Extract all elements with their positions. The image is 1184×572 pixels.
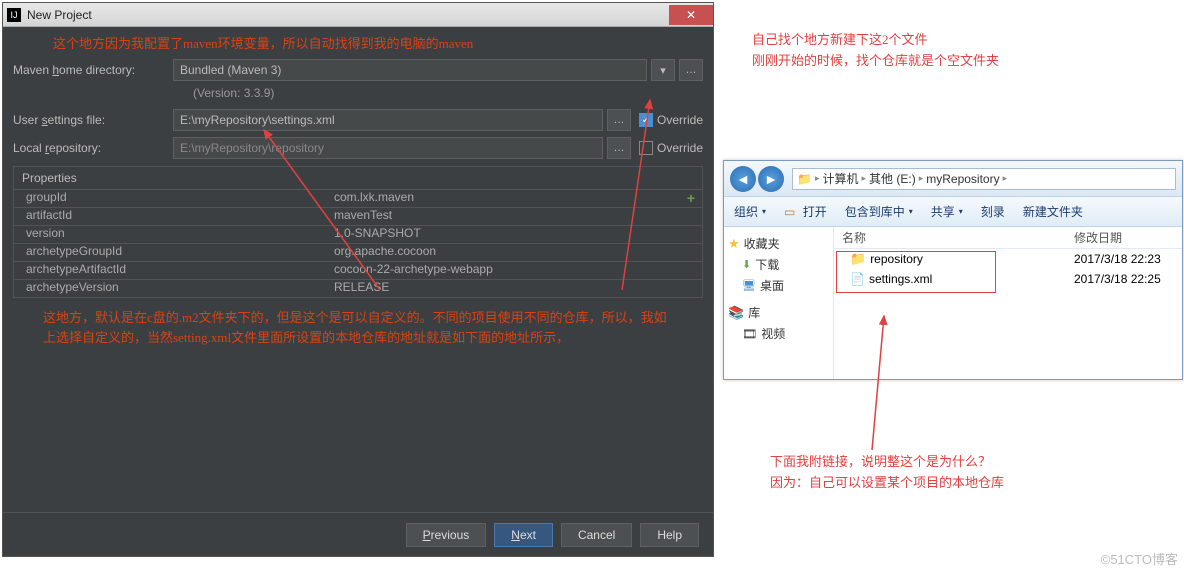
maven-home-input[interactable]: Bundled (Maven 3) <box>173 59 647 81</box>
toolbar-newfolder[interactable]: 新建文件夹 <box>1023 203 1083 220</box>
crumb-0[interactable]: 计算机 <box>822 170 858 187</box>
maven-home-browse[interactable]: … <box>679 59 703 81</box>
file-icon: 📄 <box>850 272 865 286</box>
sidebar-desktop[interactable]: 🖥桌面 <box>728 275 829 296</box>
sidebar-downloads[interactable]: ⬇下载 <box>728 254 829 275</box>
explorer-window: ◄ ► 📁 ▸ 计算机 ▸ 其他 (E:) ▸ myRepository ▸ 组… <box>723 160 1183 380</box>
local-repo-browse[interactable]: … <box>607 137 631 159</box>
explorer-file-list: 名称 修改日期 📁repository2017/3/18 22:23📄setti… <box>834 227 1182 379</box>
column-date[interactable]: 修改日期 <box>1074 227 1182 248</box>
toolbar-organize[interactable]: 组织 <box>734 203 766 220</box>
toolbar-include[interactable]: 包含到库中 <box>845 203 913 220</box>
maven-home-label: Maven home directory: <box>13 63 173 77</box>
app-icon: IJ <box>7 8 21 22</box>
add-property-button[interactable]: + <box>687 190 695 206</box>
sidebar-libraries[interactable]: 📚库 <box>728 302 829 323</box>
user-settings-browse[interactable]: … <box>607 109 631 131</box>
folder-icon: 📁 <box>797 172 812 186</box>
user-settings-override-checkbox[interactable]: ✓ <box>639 113 653 127</box>
user-settings-input[interactable]: E:\myRepository\settings.xml <box>173 109 603 131</box>
star-icon: ★ <box>728 236 740 252</box>
local-repo-override-checkbox[interactable] <box>639 141 653 155</box>
forward-button[interactable]: ► <box>758 166 784 192</box>
property-row[interactable]: archetypeGroupIdorg.apache.cocoon <box>14 243 702 261</box>
folder-icon: 📁 <box>850 251 866 267</box>
property-row[interactable]: version1.0-SNAPSHOT <box>14 225 702 243</box>
annotation-bottom-right: 下面我附链接，说明整这个是为什么？因为：自己可以设置某个项目的本地仓库 <box>770 452 1004 494</box>
property-row[interactable]: archetypeArtifactIdcocoon-22-archetype-w… <box>14 261 702 279</box>
properties-panel: Properties groupIdcom.lxk.maven+artifact… <box>13 166 703 298</box>
toolbar-open[interactable]: ▭ 打开 <box>784 203 827 220</box>
properties-header: Properties <box>14 167 702 189</box>
close-button[interactable]: ✕ <box>669 5 713 25</box>
explorer-toolbar: 组织 ▭ 打开 包含到库中 共享 刻录 新建文件夹 <box>724 197 1182 227</box>
dialog-title: New Project <box>27 8 669 22</box>
property-row[interactable]: archetypeVersionRELEASE <box>14 279 702 297</box>
list-item[interactable]: 📁repository2017/3/18 22:23 <box>834 249 1182 269</box>
property-row[interactable]: groupIdcom.lxk.maven+ <box>14 189 702 207</box>
back-button[interactable]: ◄ <box>730 166 756 192</box>
local-repo-label: Local repository: <box>13 141 173 155</box>
explorer-sidebar: ★收藏夹 ⬇下载 🖥桌面 📚库 🎞视频 <box>724 227 834 379</box>
column-name[interactable]: 名称 <box>834 227 1074 248</box>
new-project-dialog: IJ New Project ✕ 这个地方因为我配置了maven环境变量，所以自… <box>2 2 714 557</box>
local-repo-input[interactable]: E:\myRepository\repository <box>173 137 603 159</box>
override-label-2: Override <box>657 141 703 155</box>
address-bar[interactable]: 📁 ▸ 计算机 ▸ 其他 (E:) ▸ myRepository ▸ <box>792 168 1176 190</box>
watermark: ©51CTO博客 <box>1101 549 1178 568</box>
crumb-2[interactable]: myRepository <box>926 172 999 186</box>
explorer-addressbar-row: ◄ ► 📁 ▸ 计算机 ▸ 其他 (E:) ▸ myRepository ▸ <box>724 161 1182 197</box>
next-button[interactable]: Next <box>494 523 553 547</box>
user-settings-label: User settings file: <box>13 113 173 127</box>
annotation-middle: 这地方，默认是在c盘的.m2文件夹下的，但是这个是可以自定义的。不同的项目使用不… <box>13 298 703 347</box>
maven-home-dropdown[interactable]: ▾ <box>651 59 675 81</box>
video-icon: 🎞 <box>742 327 757 341</box>
toolbar-burn[interactable]: 刻录 <box>981 203 1005 220</box>
dialog-footer: Previous Next Cancel Help <box>3 512 713 556</box>
toolbar-share[interactable]: 共享 <box>931 203 963 220</box>
cancel-button[interactable]: Cancel <box>561 523 632 547</box>
property-row[interactable]: artifactIdmavenTest <box>14 207 702 225</box>
dialog-titlebar: IJ New Project ✕ <box>3 3 713 27</box>
download-icon: ⬇ <box>742 258 751 271</box>
list-item[interactable]: 📄settings.xml2017/3/18 22:25 <box>834 269 1182 289</box>
crumb-1[interactable]: 其他 (E:) <box>869 170 916 187</box>
maven-version: (Version: 3.3.9) <box>13 86 703 104</box>
desktop-icon: 🖥 <box>742 279 756 292</box>
help-button[interactable]: Help <box>640 523 699 547</box>
library-icon: 📚 <box>728 305 744 321</box>
previous-button[interactable]: Previous <box>406 523 487 547</box>
override-label-1: Override <box>657 113 703 127</box>
annotation-top: 这个地方因为我配置了maven环境变量，所以自动找得到我的电脑的maven <box>13 31 703 54</box>
sidebar-favorites[interactable]: ★收藏夹 <box>728 233 829 254</box>
sidebar-videos[interactable]: 🎞视频 <box>728 323 829 344</box>
annotation-top-right: 自己找个地方新建下这2个文件刚刚开始的时候，找个仓库就是个空文件夹 <box>752 30 999 72</box>
